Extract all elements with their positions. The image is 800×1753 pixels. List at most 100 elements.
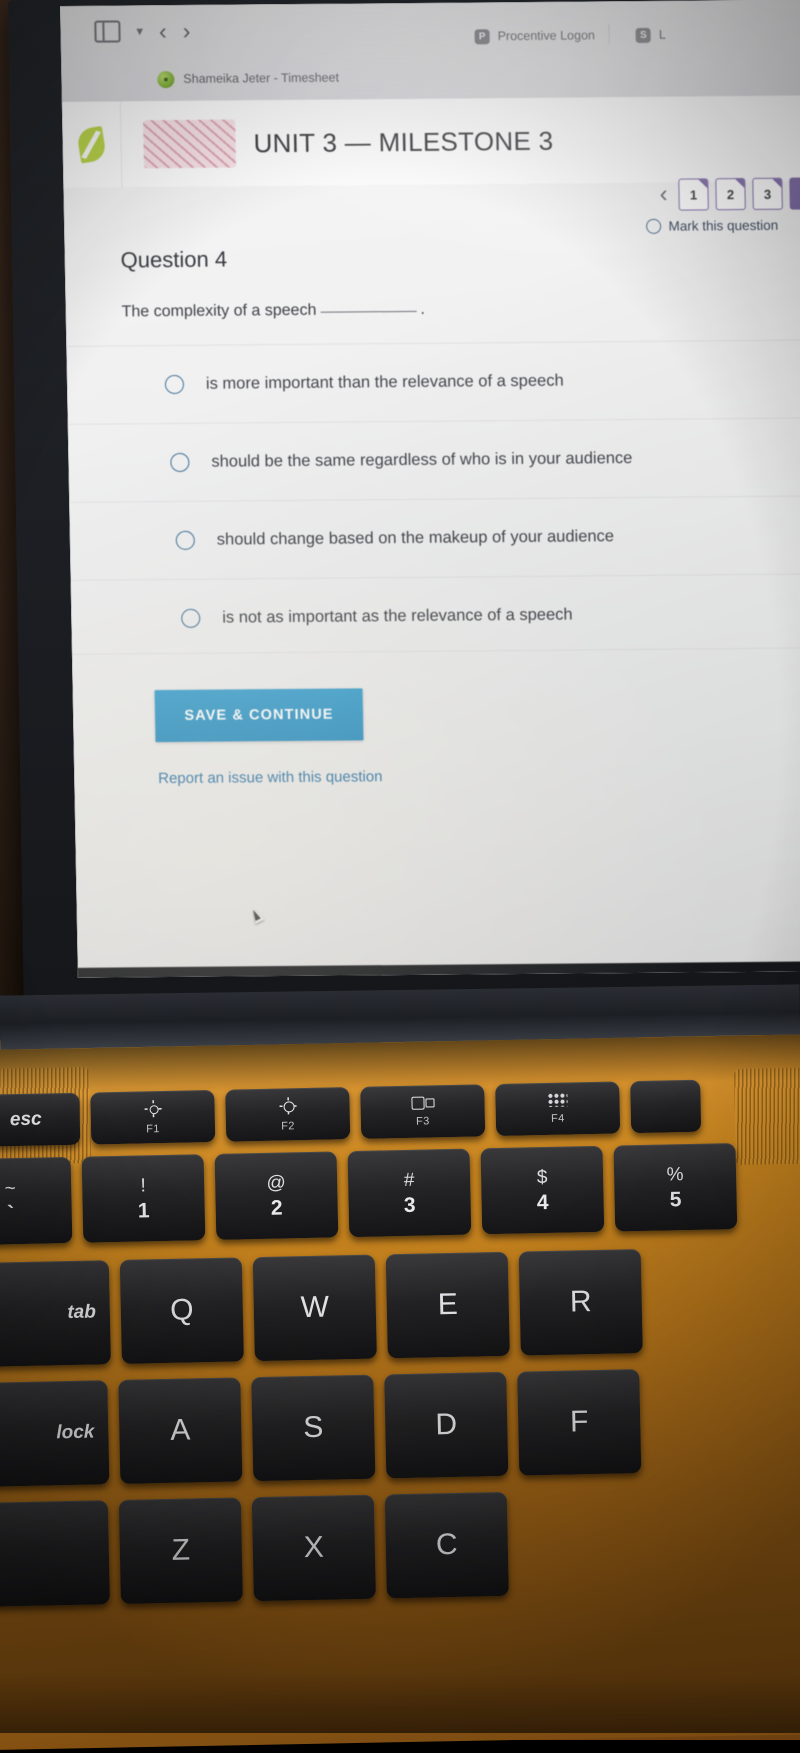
key-c[interactable]: C [384, 1491, 509, 1599]
answer-radio-icon[interactable] [175, 530, 195, 550]
key-label: esc [9, 1108, 42, 1131]
key-label: S [302, 1410, 324, 1445]
pager-page-1[interactable]: 1 [678, 178, 709, 211]
browser-tab-sophia[interactable]: S L [610, 15, 681, 56]
answer-option[interactable]: is not as important as the relevance of … [70, 573, 800, 658]
key-label: Z [171, 1533, 191, 1567]
question-number: Question 4 [120, 246, 228, 273]
key-f5[interactable] [630, 1079, 702, 1134]
key-x[interactable]: X [251, 1494, 376, 1602]
question-actions: SAVE & CONTINUE Report an issue with thi… [71, 647, 800, 789]
key-e[interactable]: E [385, 1251, 510, 1359]
key-label-bottom: 4 [536, 1190, 549, 1214]
keyboard-number-row: ~ ` ! 1 @ 2 # 3 $ 4 % 5 [0, 1143, 738, 1246]
key-2[interactable]: @ 2 [214, 1151, 339, 1240]
tab-title: L [658, 27, 667, 42]
key-w[interactable]: W [252, 1254, 377, 1362]
key-label: D [435, 1407, 458, 1442]
key-r[interactable]: R [518, 1249, 643, 1356]
key-f1-brightness-down[interactable]: F1 [90, 1089, 216, 1145]
key-q[interactable]: Q [119, 1257, 244, 1364]
key-s[interactable]: S [251, 1374, 376, 1482]
key-f3-mission-control[interactable]: F3 [360, 1084, 486, 1139]
bookmark-favicon-icon: ● [157, 70, 175, 88]
laptop-keyboard: esc F1 F2 F3 F4 ~ ` ! 1 @ 2 # 3 $ 4 % 5 … [0, 1073, 800, 1751]
key-label: A [169, 1413, 191, 1447]
key-esc[interactable]: esc [0, 1092, 81, 1148]
key-label: F1 [146, 1122, 160, 1135]
key-label: F [569, 1405, 589, 1439]
question-pager: ‹ 1 2 3 4 [659, 177, 800, 211]
question-prompt-period: . [420, 300, 425, 318]
sophia-leaf-logo-icon [76, 126, 107, 164]
mark-question-label: Mark this question [668, 217, 779, 234]
key-label: C [435, 1527, 458, 1562]
answer-option-label: should be the same regardless of who is … [211, 449, 633, 471]
pager-page-2[interactable]: 2 [715, 178, 746, 211]
key-label: F4 [550, 1112, 565, 1125]
course-header: UNIT 3 — MILESTONE 3 [61, 95, 800, 189]
key-label-top: % [666, 1163, 684, 1185]
mark-this-question-control[interactable]: Mark this question [646, 218, 778, 234]
answer-option[interactable]: should change based on the makeup of you… [69, 495, 800, 580]
answer-option[interactable]: is more important than the relevance of … [66, 339, 800, 424]
keyboard-function-row: esc F1 F2 F3 F4 [0, 1079, 702, 1148]
key-label-top: ~ [4, 1177, 16, 1199]
key-f4-launchpad[interactable]: F4 [495, 1081, 621, 1137]
browser-tab-procentive[interactable]: P Procentive Logon [460, 15, 609, 56]
key-label: Q [169, 1293, 194, 1327]
mark-question-radio-icon[interactable] [646, 218, 662, 234]
key-label-bottom: 3 [403, 1193, 416, 1217]
page-title: UNIT 3 — MILESTONE 3 [253, 125, 554, 158]
brightness-down-icon [144, 1100, 161, 1117]
key-5[interactable]: % 5 [613, 1143, 738, 1232]
key-label: E [437, 1287, 459, 1322]
launchpad-grid-icon [547, 1092, 568, 1107]
answer-option-label: is more important than the relevance of … [205, 371, 564, 393]
keyboard-qwerty-row: tab Q W E R [0, 1249, 643, 1369]
answer-radio-icon[interactable] [164, 374, 185, 395]
key-caps-lock[interactable]: lock [0, 1380, 110, 1489]
mission-control-icon [411, 1095, 433, 1109]
key-label-bottom: 1 [137, 1198, 150, 1223]
answer-radio-icon[interactable] [170, 452, 190, 473]
brand-cell [61, 101, 123, 188]
pager-page-4[interactable]: 4 [789, 177, 800, 210]
key-label: F3 [415, 1115, 430, 1128]
key-label-top: ! [140, 1174, 147, 1196]
tab-favicon-icon: S [635, 27, 652, 43]
pager-prev-icon[interactable]: ‹ [659, 181, 672, 209]
key-label-top: # [403, 1169, 415, 1191]
question-prompt: The complexity of a speech. [121, 301, 425, 322]
report-issue-link[interactable]: Report an issue with this question [158, 768, 383, 787]
key-z[interactable]: Z [118, 1497, 243, 1604]
key-1[interactable]: ! 1 [81, 1154, 206, 1243]
save-and-continue-button[interactable]: SAVE & CONTINUE [154, 688, 364, 743]
key-4[interactable]: $ 4 [480, 1145, 605, 1235]
key-label: tab [67, 1301, 97, 1324]
key-backtick[interactable]: ~ ` [0, 1156, 73, 1246]
key-f2-brightness-up[interactable]: F2 [225, 1087, 351, 1142]
key-label: F2 [281, 1119, 295, 1133]
key-label: X [303, 1530, 325, 1565]
key-label-bottom: ` [7, 1201, 15, 1225]
bookmark-item-timesheet[interactable]: Shameika Jeter - Timesheet [183, 71, 339, 86]
course-thumbnail-placeholder [143, 119, 236, 169]
tab-title: Procentive Logon [497, 28, 596, 44]
bookmarks-bar: ● Shameika Jeter - Timesheet [61, 51, 800, 102]
keyboard-home-row: lock A S D F [0, 1369, 642, 1489]
question-panel: Mark this question Question 4 The comple… [63, 181, 800, 978]
answer-option[interactable]: should be the same regardless of who is … [67, 417, 800, 502]
answer-option-label: is not as important as the relevance of … [222, 605, 573, 627]
pager-page-3[interactable]: 3 [752, 177, 783, 210]
key-shift[interactable] [0, 1500, 110, 1610]
answer-radio-icon[interactable] [181, 608, 201, 628]
key-a[interactable]: A [118, 1377, 243, 1484]
key-tab[interactable]: tab [0, 1260, 111, 1369]
key-3[interactable]: # 3 [347, 1148, 472, 1238]
key-label-top: @ [266, 1171, 287, 1194]
key-f[interactable]: F [517, 1369, 642, 1476]
key-d[interactable]: D [384, 1371, 509, 1479]
browser-chrome: ▾ ‹ › P Procentive Logon S L ● Shameika … [60, 0, 800, 102]
key-label-bottom: 5 [669, 1187, 682, 1211]
